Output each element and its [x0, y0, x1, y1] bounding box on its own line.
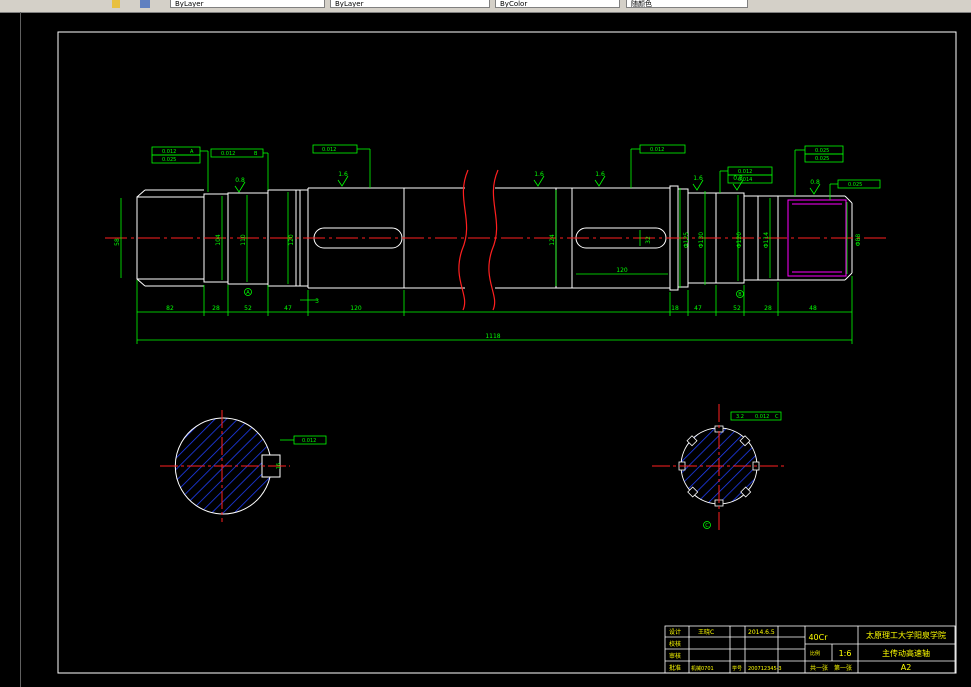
dim-120b: Φ120	[736, 232, 743, 248]
roughness-3: 1.6	[534, 171, 544, 178]
dim-104: 104	[215, 234, 222, 246]
tol-6b: 0.025	[815, 156, 829, 162]
len-18: 18	[671, 305, 679, 312]
len-47a: 47	[284, 305, 292, 312]
tb-class-no: 机械0701	[691, 665, 714, 672]
len-120b: 120	[616, 267, 628, 274]
tb-class-label: 学号	[732, 665, 742, 672]
tb-check: 校核	[669, 640, 681, 648]
datum-c: C	[705, 523, 709, 529]
tol-9: 0.025	[848, 182, 862, 188]
tol-key: 0.012	[302, 438, 316, 444]
tb-scale: 1:6	[839, 649, 852, 658]
roughness-4: 1.6	[595, 171, 605, 178]
section-view-left: 16	[160, 410, 290, 522]
tb-design: 设计	[669, 628, 681, 636]
tb-scale-label: 比例	[810, 650, 820, 657]
datum-markers	[244, 288, 744, 529]
section-key-width: 16	[276, 463, 282, 469]
tol-7: 0.012	[755, 414, 769, 420]
drawing-frame	[57, 31, 957, 674]
roughness-2: 1.6	[338, 171, 348, 178]
tb-part-name: 主传动高速轴	[882, 648, 930, 658]
spline-width: 3.2	[736, 414, 744, 420]
datum-ref-a: A	[190, 149, 194, 155]
tol-5: 0.012	[738, 169, 752, 175]
len-52b: 52	[733, 305, 741, 312]
tol-8: 0.014	[738, 177, 752, 183]
tb-sheets: 共一张	[810, 664, 828, 672]
dim-130: Φ130	[698, 232, 705, 248]
break-lines	[458, 169, 499, 311]
tol-2: 0.012	[221, 151, 235, 157]
dim-32: 32	[645, 236, 652, 244]
len-28a: 28	[212, 305, 220, 312]
len-82: 82	[166, 305, 174, 312]
dim-120: 120	[288, 234, 295, 246]
tb-date: 2014.6.5	[748, 629, 775, 636]
datum-a: A	[246, 290, 250, 296]
roughness-1: 0.8	[235, 177, 245, 184]
roughness-5: 1.6	[693, 175, 703, 182]
tol-3: 0.012	[322, 147, 336, 153]
dim-124: 124	[549, 234, 556, 246]
tb-student-no: 200712345-3	[748, 666, 782, 672]
tb-sheet-size: A2	[901, 663, 912, 672]
dim-114: Φ114	[763, 232, 770, 248]
len-120a: 120	[350, 305, 362, 312]
len-47b: 47	[694, 305, 702, 312]
tol-1b: 0.025	[162, 157, 176, 163]
len-48: 48	[809, 305, 817, 312]
len-total: 1118	[485, 333, 500, 340]
dim-58: 58	[114, 238, 121, 246]
datum-ref-c: C	[775, 414, 779, 420]
datum-ref-b: B	[254, 151, 258, 157]
len-28b: 28	[764, 305, 772, 312]
tb-designer: 王晓C	[698, 628, 714, 636]
tol-4: 0.012	[650, 147, 664, 153]
tb-material: 40Cr	[808, 633, 828, 642]
dim-88: Φ88	[855, 234, 862, 247]
tol-6a: 0.025	[815, 148, 829, 154]
section-view-right: 3.2	[652, 404, 786, 530]
tb-sheet-no: 第一张	[834, 664, 852, 672]
len-3: 3	[315, 298, 319, 305]
tolerance-frames	[151, 144, 881, 445]
tb-approve: 批准	[669, 664, 681, 672]
datum-b: B	[738, 292, 742, 298]
len-52a: 52	[244, 305, 252, 312]
tb-school: 太原理工大学阳泉学院	[866, 630, 946, 640]
dim-125: Φ125	[683, 232, 690, 248]
dim-110: 110	[240, 234, 247, 246]
roughness-7: 0.8	[810, 179, 820, 186]
tb-review: 审核	[669, 652, 681, 660]
tol-1a: 0.012	[162, 149, 176, 155]
cad-drawing-canvas[interactable]: 58 104 110 120 124 32 Φ125 Φ130 Φ120 Φ11…	[0, 0, 971, 687]
